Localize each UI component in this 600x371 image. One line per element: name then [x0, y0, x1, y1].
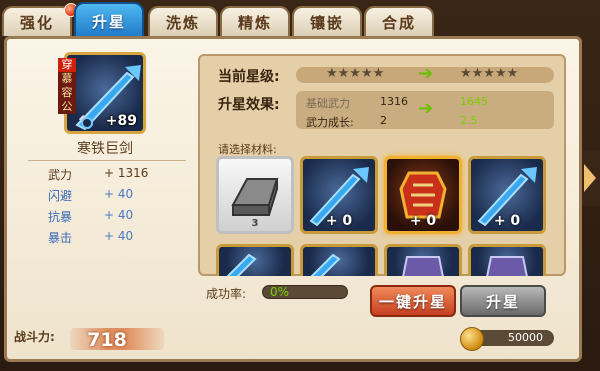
arrow-right-icon: ➔	[418, 98, 434, 119]
next-stars: ★★★★★	[460, 66, 519, 81]
owner-name: 慕容公	[61, 72, 73, 113]
material-slot[interactable]: + 0	[300, 156, 378, 234]
stat-value: + 40	[104, 187, 134, 201]
divider	[28, 160, 186, 161]
sword-icon	[310, 253, 341, 276]
tab-refine-wash[interactable]: 洗炼	[148, 6, 218, 36]
tab-strengthen[interactable]: 强化	[2, 6, 72, 36]
stat-row: 抗暴 + 40	[48, 208, 188, 228]
coin-icon	[460, 327, 484, 351]
slot-count: + 0	[493, 213, 521, 229]
star-level-label: 当前星级:	[218, 69, 280, 85]
tab-inlay[interactable]: 镶嵌	[292, 6, 362, 36]
base-attack-label: 基础武力	[306, 97, 350, 110]
stat-label: 闪避	[48, 189, 73, 203]
stat-row: 闪避 + 40	[48, 187, 188, 207]
stat-row: 暴击 + 40	[48, 229, 188, 249]
base-attack-next: 1645	[460, 95, 488, 108]
item-name: 寒铁巨剑	[77, 141, 133, 157]
stat-value: + 1316	[104, 166, 149, 180]
material-slot[interactable]	[300, 244, 378, 276]
stat-value: + 40	[104, 208, 134, 222]
helmet-icon	[486, 256, 528, 276]
material-slot[interactable]: + 0	[468, 156, 546, 234]
success-rate-value: 0%	[270, 285, 290, 299]
tab-compose[interactable]: 合成	[364, 6, 434, 36]
stat-label: 暴击	[48, 231, 73, 245]
material-slot[interactable]	[468, 244, 546, 276]
power-value: 718	[87, 329, 127, 351]
slot-count: 3	[251, 218, 259, 229]
star-up-button[interactable]: 升星	[460, 285, 546, 317]
arrow-right-icon: ➔	[418, 63, 434, 84]
growth-label: 武力成长:	[306, 116, 354, 129]
material-slot[interactable]: 3	[216, 156, 294, 234]
cost-value: 50000	[508, 331, 543, 344]
slot-count: + 0	[409, 213, 437, 229]
one-key-star-up-button[interactable]: 一键升星	[370, 285, 456, 317]
tab-bar: 强化 升星 洗炼 精炼 镶嵌 合成	[2, 2, 434, 38]
current-stars: ★★★★★	[326, 66, 385, 81]
owner-badge: 穿 慕容公	[58, 58, 76, 114]
sword-icon	[226, 253, 257, 276]
equipment-card[interactable]: +89	[64, 52, 146, 134]
power-label: 战斗力:	[14, 330, 55, 344]
effect-label: 升星效果:	[218, 97, 280, 113]
material-slot[interactable]: + 0	[384, 156, 462, 234]
stat-row: 武力 + 1316	[48, 166, 188, 186]
stat-label: 抗暴	[48, 210, 73, 224]
tab-refine[interactable]: 精炼	[220, 6, 290, 36]
material-slot[interactable]	[216, 244, 294, 276]
growth-current: 2	[380, 114, 387, 127]
material-slot[interactable]	[384, 244, 462, 276]
base-attack-current: 1316	[380, 95, 408, 108]
helmet-icon	[402, 256, 444, 276]
stat-label: 武力	[48, 168, 73, 182]
item-level: +89	[105, 113, 137, 129]
success-rate-label: 成功率:	[206, 287, 247, 301]
equipped-tag: 穿	[58, 58, 76, 72]
slot-count: + 0	[325, 213, 353, 229]
stat-value: + 40	[104, 229, 134, 243]
tab-star-up[interactable]: 升星	[74, 2, 144, 38]
next-page-arrow-icon[interactable]	[582, 150, 600, 206]
material-label: 请选择材料:	[218, 143, 277, 156]
growth-next: 2.5	[460, 114, 478, 127]
